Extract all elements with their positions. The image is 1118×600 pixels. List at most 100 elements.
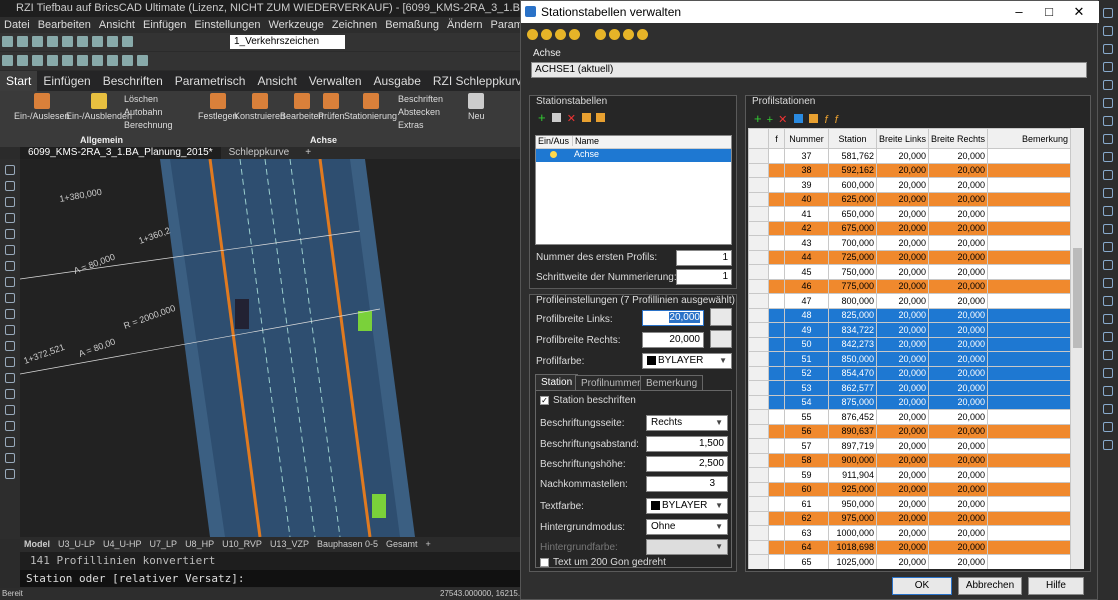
layout-tab[interactable]: U8_HP (181, 538, 218, 550)
layout-tab[interactable]: Bauphasen 0-5 (313, 538, 382, 550)
cell-nummer[interactable]: 62 (784, 510, 829, 526)
cell-breite-rechts[interactable]: 20,000 (928, 467, 989, 483)
cell-breite-rechts[interactable]: 20,000 (928, 481, 989, 497)
cell-bemerkung[interactable] (987, 525, 1071, 541)
tool-icon[interactable] (5, 373, 15, 383)
cell-station[interactable]: 1025,000 (828, 554, 877, 569)
cell-f[interactable] (768, 249, 785, 265)
cell-breite-rechts[interactable]: 20,000 (928, 539, 989, 555)
function-icon[interactable]: f (825, 114, 828, 126)
row-selector[interactable] (748, 322, 769, 338)
col-header-breite-links[interactable]: Breite Links (875, 128, 930, 149)
cell-nummer[interactable]: 42 (784, 220, 829, 236)
cell-f[interactable] (768, 162, 785, 178)
table-row[interactable]: 63 1000,000 20,000 20,000 (748, 525, 1071, 541)
cell-f[interactable] (768, 148, 785, 164)
hatch-icon[interactable] (77, 55, 88, 66)
ribbon-tab[interactable]: Ansicht (251, 71, 302, 91)
table-row[interactable]: 48 825,000 20,000 20,000 (748, 307, 1071, 323)
tool-icon[interactable] (1103, 422, 1113, 432)
save-icon[interactable] (32, 36, 43, 47)
tool-icon[interactable] (1103, 242, 1113, 252)
tool-icon[interactable] (1103, 332, 1113, 342)
zoom-out-icon[interactable] (555, 29, 566, 40)
table-row[interactable]: 51 850,000 20,000 20,000 (748, 351, 1071, 367)
cell-breite-rechts[interactable]: 20,000 (928, 452, 989, 468)
zoom-icon[interactable] (527, 29, 538, 40)
ein-ausblenden-button[interactable]: Ein-/Ausblenden (66, 93, 132, 121)
row-selector[interactable] (748, 206, 769, 222)
tool-icon[interactable] (5, 245, 15, 255)
cell-breite-rechts[interactable]: 20,000 (928, 278, 989, 294)
cell-nummer[interactable]: 43 (784, 235, 829, 251)
cell-breite-rechts[interactable]: 20,000 (928, 322, 989, 338)
beschriften-button[interactable]: Beschriften (398, 94, 443, 104)
cell-nummer[interactable]: 63 (784, 525, 829, 541)
tool-icon[interactable] (1103, 98, 1113, 108)
cell-breite-links[interactable]: 20,000 (875, 365, 930, 381)
neu-button[interactable]: Neu (468, 93, 485, 121)
cell-breite-links[interactable]: 20,000 (875, 467, 930, 483)
cell-station[interactable]: 842,273 (828, 336, 877, 352)
table-row[interactable]: 56 890,637 20,000 20,000 (748, 423, 1071, 439)
cell-bemerkung[interactable] (987, 191, 1071, 207)
menu-item[interactable]: Einstellungen (190, 17, 264, 33)
cell-f[interactable] (768, 206, 785, 222)
color-dropdown[interactable]: BYLAYER ▼ (642, 353, 732, 369)
cell-station[interactable]: 911,904 (828, 467, 877, 483)
cell-breite-rechts[interactable]: 20,000 (928, 206, 989, 222)
cell-station[interactable]: 890,637 (828, 423, 877, 439)
cell-breite-links[interactable]: 20,000 (875, 278, 930, 294)
cell-f[interactable] (768, 554, 785, 569)
tool-icon[interactable] (1103, 80, 1113, 90)
cell-nummer[interactable]: 40 (784, 191, 829, 207)
cell-nummer[interactable]: 65 (784, 554, 829, 569)
cell-bemerkung[interactable] (987, 220, 1071, 236)
table-row[interactable]: 40 625,000 20,000 20,000 (748, 191, 1071, 207)
cell-station[interactable]: 876,452 (828, 409, 877, 425)
table-row[interactable]: 61 950,000 20,000 20,000 (748, 496, 1071, 512)
layout-tab[interactable]: Model (20, 538, 54, 550)
cell-breite-links[interactable]: 20,000 (875, 148, 930, 164)
tool-icon[interactable] (1103, 26, 1113, 36)
cell-breite-rechts[interactable]: 20,000 (928, 235, 989, 251)
cell-nummer[interactable]: 46 (784, 278, 829, 294)
tool-icon[interactable] (5, 309, 15, 319)
cell-breite-rechts[interactable]: 20,000 (928, 510, 989, 526)
tool-icon[interactable] (1103, 224, 1113, 234)
cell-station[interactable]: 592,162 (828, 162, 877, 178)
menu-item[interactable]: Ändern (443, 17, 486, 33)
tool-icon[interactable] (1103, 314, 1113, 324)
loeschen-button[interactable]: Löschen (124, 94, 158, 104)
cell-f[interactable] (768, 307, 785, 323)
cell-f[interactable] (768, 539, 785, 555)
table-row[interactable]: 39 600,000 20,000 20,000 (748, 177, 1071, 193)
arc-icon[interactable] (47, 55, 58, 66)
cell-f[interactable] (768, 293, 785, 309)
copy-icon[interactable] (77, 36, 88, 47)
ribbon-tab[interactable]: Beschriften (97, 71, 169, 91)
cell-station[interactable]: 625,000 (828, 191, 877, 207)
ribbon-tab[interactable]: Einfügen (37, 71, 96, 91)
polyline-icon[interactable] (17, 55, 28, 66)
ein-auslesen-button[interactable]: Ein-/Auslesen (14, 93, 70, 121)
cell-nummer[interactable]: 54 (784, 394, 829, 410)
station-label-checkbox[interactable]: ✓ Station beschriften (540, 395, 636, 406)
cell-breite-links[interactable]: 20,000 (875, 264, 930, 280)
cell-station[interactable]: 950,000 (828, 496, 877, 512)
cell-nummer[interactable]: 37 (784, 148, 829, 164)
table-row[interactable]: 43 700,000 20,000 20,000 (748, 235, 1071, 251)
cell-f[interactable] (768, 336, 785, 352)
cell-nummer[interactable]: 48 (784, 307, 829, 323)
list-item[interactable]: Achse (536, 149, 731, 162)
row-selector[interactable] (748, 162, 769, 178)
layout-tab[interactable]: + (422, 538, 435, 550)
cell-nummer[interactable]: 56 (784, 423, 829, 439)
row-selector[interactable] (748, 293, 769, 309)
abstecken-button[interactable]: Abstecken (398, 107, 440, 117)
cell-station[interactable]: 854,470 (828, 365, 877, 381)
cell-bemerkung[interactable] (987, 177, 1071, 193)
tool-icon[interactable] (1103, 440, 1113, 450)
cell-nummer[interactable]: 58 (784, 452, 829, 468)
drawing-canvas[interactable]: 1+380,000 A = 80,000 1+360,2 R = 2000,00… (19, 158, 520, 538)
